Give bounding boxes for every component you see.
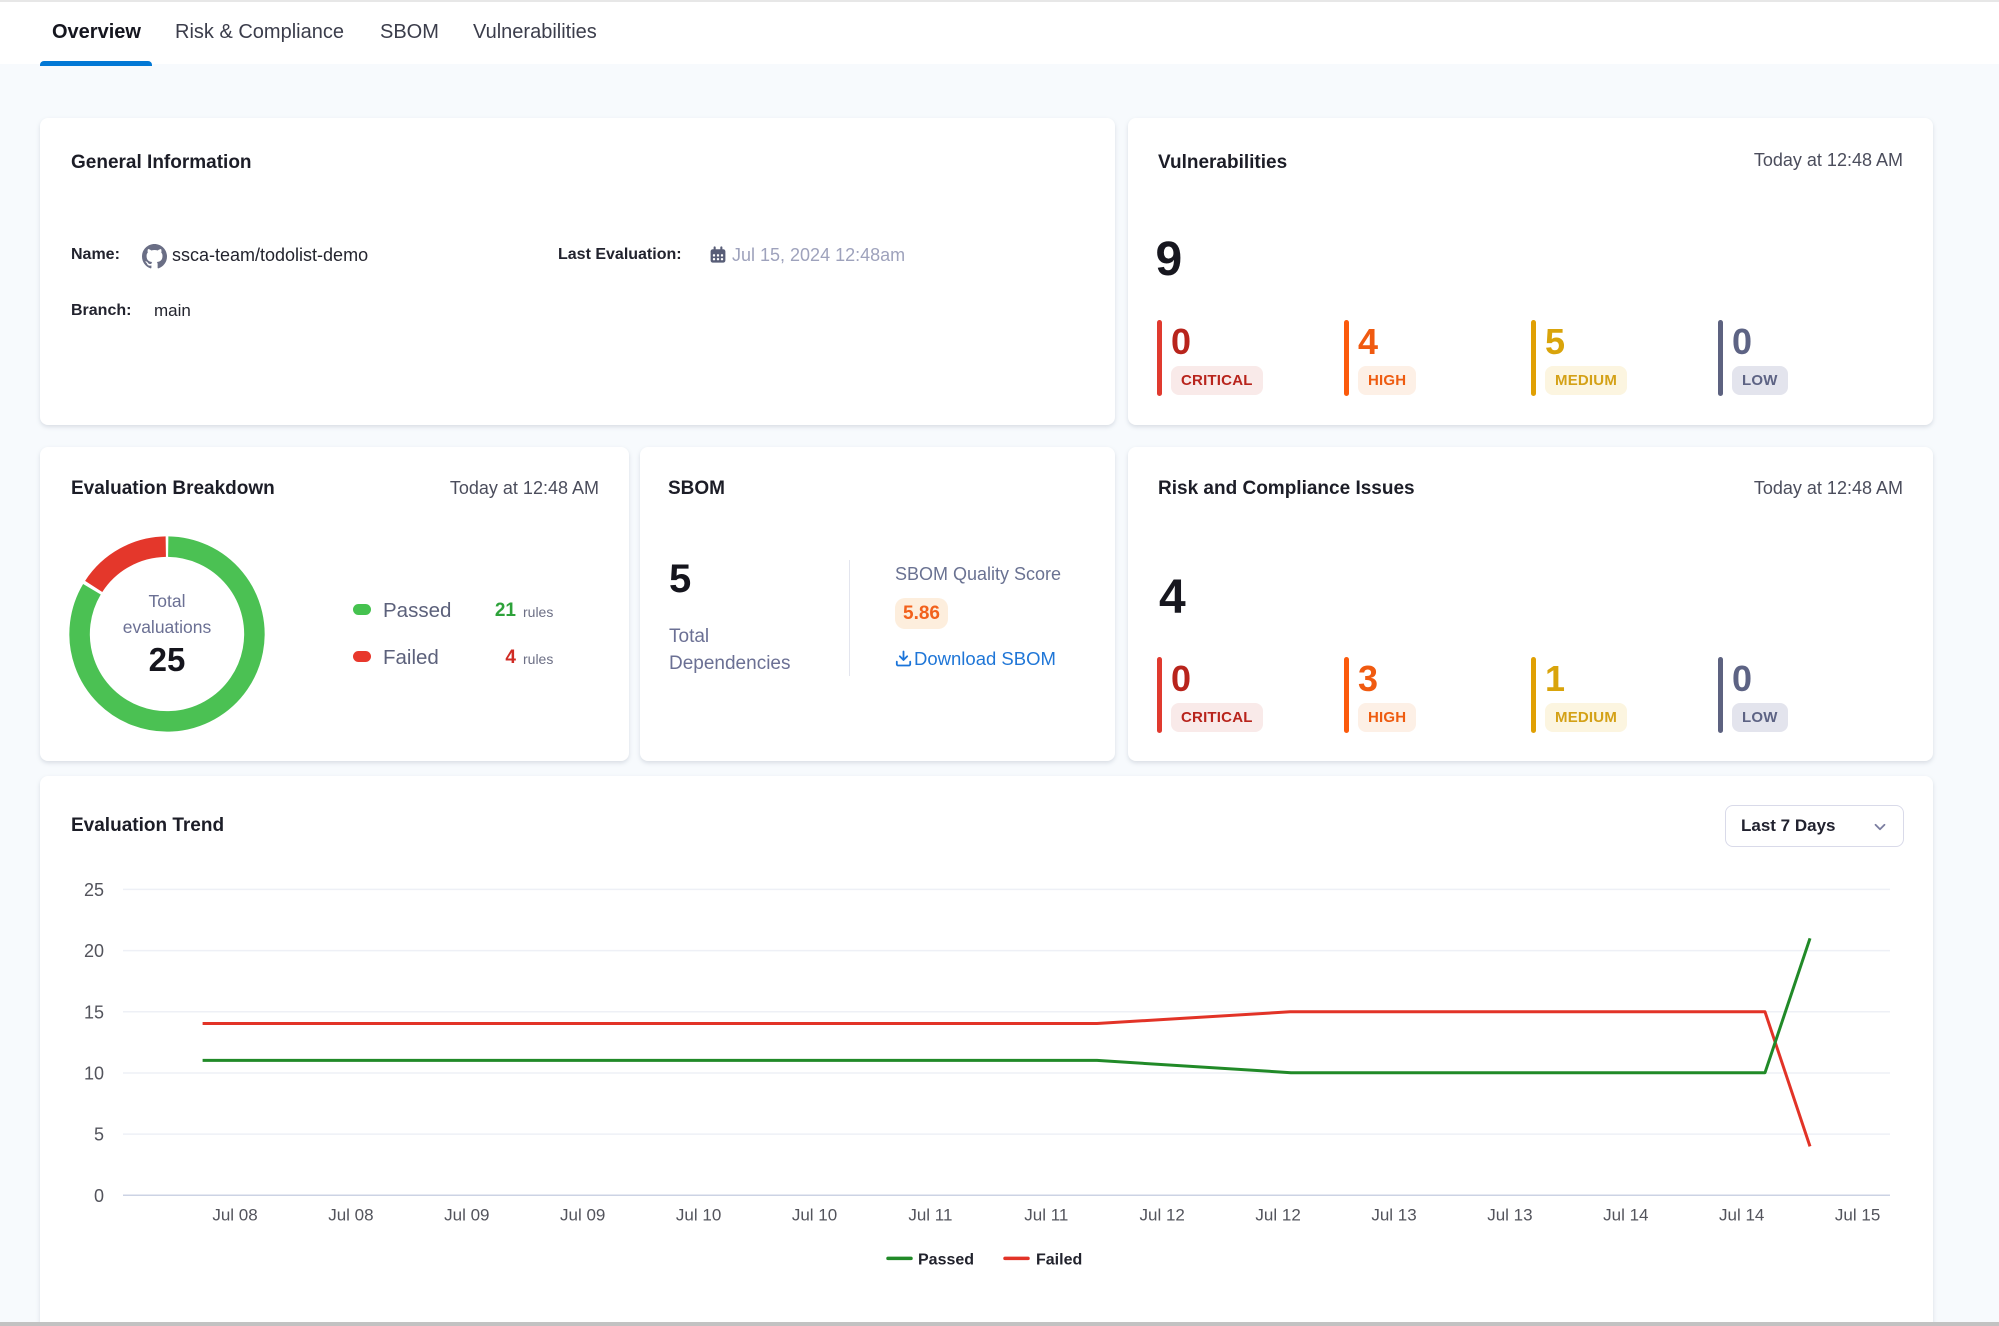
svg-text:15: 15 [84,1002,104,1022]
svg-text:Jul 14: Jul 14 [1719,1206,1764,1225]
svg-text:Jul 09: Jul 09 [560,1206,605,1225]
svg-text:Jul 13: Jul 13 [1487,1206,1532,1225]
svg-text:Jul 10: Jul 10 [676,1206,721,1225]
svg-text:Jul 13: Jul 13 [1371,1206,1416,1225]
svg-text:10: 10 [84,1063,104,1083]
svg-text:Jul 08: Jul 08 [328,1206,373,1225]
svg-text:Jul 11: Jul 11 [908,1206,952,1225]
svg-text:Jul 15: Jul 15 [1835,1206,1880,1225]
svg-text:Jul 10: Jul 10 [792,1206,837,1225]
svg-text:Failed: Failed [1036,1252,1082,1269]
svg-text:Jul 08: Jul 08 [212,1206,257,1225]
svg-text:Jul 14: Jul 14 [1603,1206,1648,1225]
svg-text:0: 0 [94,1186,104,1206]
svg-text:Jul 11: Jul 11 [1024,1206,1068,1225]
svg-text:Jul 12: Jul 12 [1140,1206,1185,1225]
svg-text:25: 25 [84,880,104,900]
svg-text:Passed: Passed [918,1252,974,1269]
svg-text:20: 20 [84,941,104,961]
svg-text:Jul 09: Jul 09 [444,1206,489,1225]
svg-text:5: 5 [94,1125,104,1145]
svg-text:Jul 12: Jul 12 [1255,1206,1300,1225]
